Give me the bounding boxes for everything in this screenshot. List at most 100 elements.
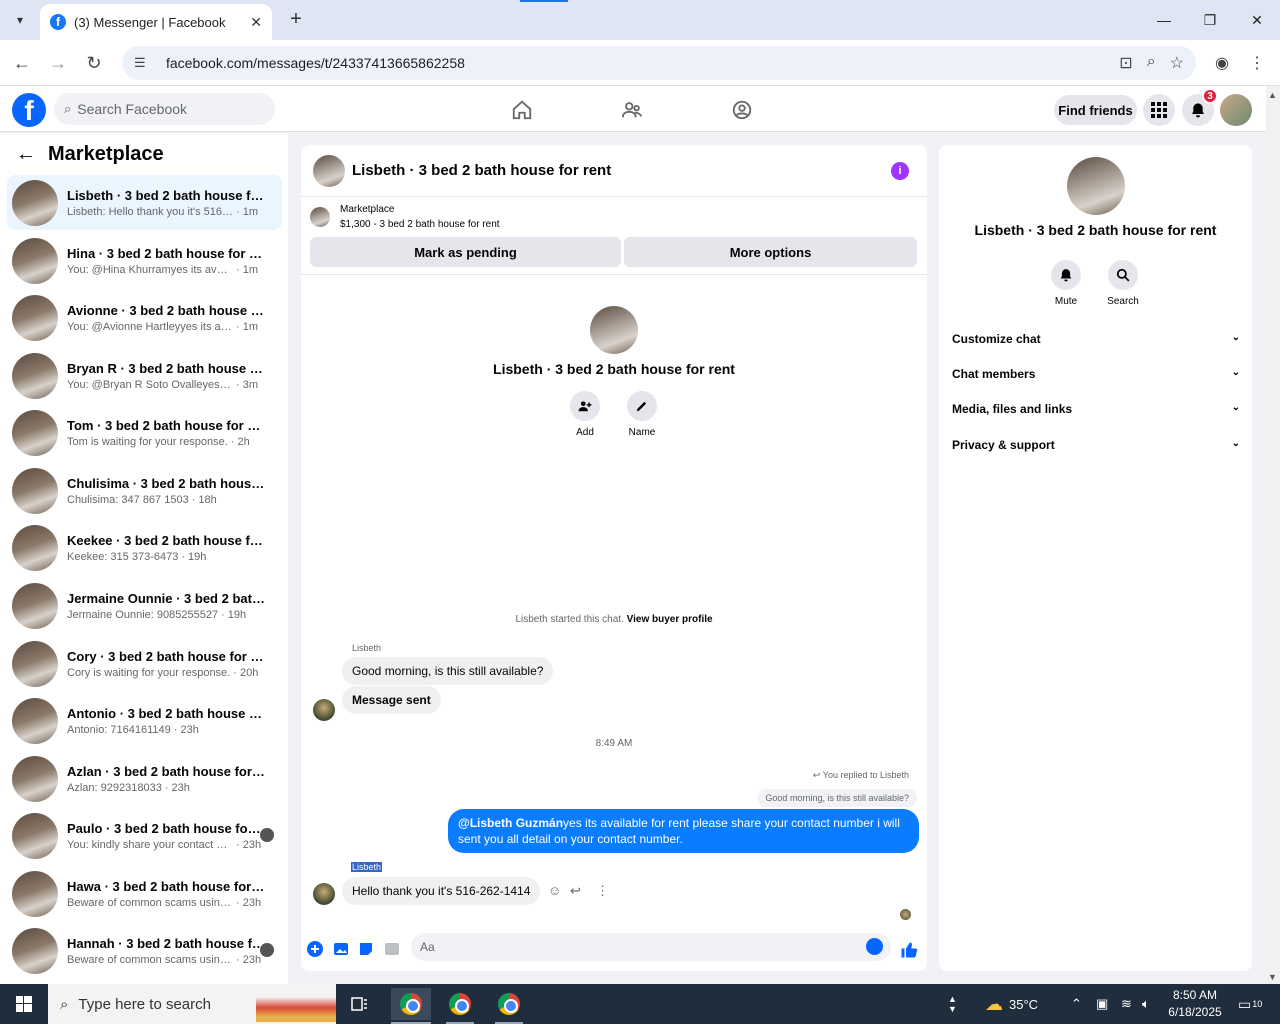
incoming-message[interactable]: Message sent (342, 686, 441, 714)
scroll-down-icon[interactable]: ▼ (1268, 972, 1277, 982)
forward-icon[interactable]: → (46, 51, 70, 75)
back-icon[interactable]: ← (10, 51, 34, 75)
wifi-icon[interactable]: ≋ (1121, 984, 1132, 1024)
account-avatar[interactable] (1220, 94, 1252, 126)
notification-center-icon[interactable]: ▭ 10 (1238, 984, 1262, 1024)
quoted-message[interactable]: Good morning, is this still available? (757, 789, 917, 807)
more-icon[interactable]: ⋮ (596, 883, 609, 899)
groups-icon[interactable] (730, 98, 754, 122)
restore-icon[interactable]: ❐ (1187, 0, 1233, 40)
windows-start-icon[interactable] (0, 984, 48, 1024)
chrome-app-icon[interactable] (391, 988, 431, 1020)
install-app-icon[interactable]: ⊡ (1119, 53, 1132, 73)
taskbar-search-input[interactable]: ⌕ Type here to search (48, 984, 336, 1024)
conversation-time: · 1m (236, 205, 258, 218)
bookmark-star-icon[interactable]: ☆ (1170, 53, 1184, 73)
section-chat-members[interactable]: Chat members ⌄ (952, 367, 1240, 381)
conversation-snippet-row: Beware of common scams using ... · 23h (67, 954, 265, 966)
conversation-name: Lisbeth · 3 bed 2 bath house for rent (67, 187, 265, 203)
name-chat-button[interactable]: Name (617, 391, 667, 438)
section-media-files-links[interactable]: Media, files and links ⌄ (952, 402, 1240, 416)
conversation-item[interactable]: Jermaine Ounnie · 3 bed 2 bath ho... Jerm… (7, 578, 282, 633)
close-window-icon[interactable]: ✕ (1234, 0, 1280, 40)
conversation-thumbnail (12, 237, 58, 284)
conversation-item[interactable]: Hawa · 3 bed 2 bath house for rent Beware… (7, 866, 282, 921)
info-icon[interactable]: i (891, 162, 909, 180)
zoom-icon[interactable]: ⌕ (1147, 53, 1156, 73)
chevron-down-icon: ⌄ (1231, 438, 1240, 449)
conversation-text: Hina · 3 bed 2 bath house for rent You: @… (67, 246, 265, 276)
plus-icon[interactable] (306, 940, 324, 958)
task-view-icon[interactable] (340, 988, 380, 1020)
sticker-icon[interactable] (357, 940, 375, 958)
conversation-item[interactable]: Azlan · 3 bed 2 bath house for rent Azlan… (7, 751, 282, 806)
page-scrollbar[interactable]: ▲ ▼ (1266, 86, 1280, 984)
back-arrow-icon[interactable]: ← (16, 143, 36, 166)
emoji-icon[interactable] (866, 938, 883, 955)
conversation-item[interactable]: Lisbeth · 3 bed 2 bath house for rent Lis… (7, 175, 282, 230)
thumbs-up-icon[interactable] (899, 940, 919, 960)
mention[interactable]: @Lisbeth Guzmán (458, 816, 563, 830)
incoming-message[interactable]: Hello thank you it's 516-262-1414 (342, 877, 541, 905)
incoming-message[interactable]: Good morning, is this still available? (342, 657, 554, 685)
menu-grid-icon[interactable] (1143, 94, 1175, 126)
browser-tab[interactable]: f (3) Messenger | Facebook ✕ (40, 4, 272, 40)
conversation-item[interactable]: Bryan R · 3 bed 2 bath house for r... You… (7, 348, 282, 403)
more-options-button[interactable]: More options (624, 237, 917, 267)
conversation-item[interactable]: Antonio · 3 bed 2 bath house for r... Ant… (7, 693, 282, 748)
browser-menu-icon[interactable]: ⋮ (1245, 51, 1269, 75)
conversation-item[interactable]: Chulisima · 3 bed 2 bath house for... Chu… (7, 463, 282, 518)
chrome-app-icon[interactable] (440, 988, 480, 1020)
photo-icon[interactable] (332, 940, 350, 958)
new-tab-icon[interactable]: + (284, 8, 308, 31)
conversation-item[interactable]: Tom · 3 bed 2 bath house for rent Tom is … (7, 405, 282, 460)
chat-avatar[interactable] (313, 154, 345, 187)
chat-title[interactable]: Lisbeth · 3 bed 2 bath house for rent (352, 162, 611, 179)
react-icon[interactable]: ☺ (548, 883, 561, 898)
message-input[interactable]: Aa (411, 933, 891, 961)
address-bar[interactable]: ☰ facebook.com/messages/t/24337413665862… (122, 46, 1196, 80)
conversation-item[interactable]: Hannah · 3 bed 2 bath house for... Beware… (7, 923, 282, 978)
system-clock[interactable]: 8:50 AM 6/18/2025 (1160, 987, 1230, 1021)
conversation-item[interactable]: Hina · 3 bed 2 bath house for rent You: @… (7, 233, 282, 288)
chrome-app-icon[interactable] (489, 988, 529, 1020)
reply-icon[interactable]: ↩ (570, 883, 581, 899)
find-friends-button[interactable]: Find friends (1054, 95, 1137, 125)
details-avatar[interactable] (1067, 157, 1125, 215)
conversation-text: Jermaine Ounnie · 3 bed 2 bath ho... Jerm… (67, 591, 265, 621)
weather-widget[interactable]: ☁ 35°C (985, 984, 1038, 1024)
taskbar-scroll-icon[interactable]: ▲ ▼ (948, 984, 957, 1024)
conversation-item[interactable]: Keekee · 3 bed 2 bath house for rent Keek… (7, 520, 282, 575)
sender-avatar[interactable] (313, 699, 335, 721)
facebook-logo-icon[interactable]: f (12, 93, 46, 127)
show-hidden-icons-icon[interactable]: ⌃ (1071, 984, 1082, 1024)
listing-summary[interactable]: Marketplace $1,300 - 3 bed 2 bath house … (309, 203, 919, 233)
conversation-thumbnail (12, 927, 58, 974)
name-label: Name (628, 427, 656, 438)
reload-icon[interactable]: ↻ (82, 51, 106, 75)
facebook-search-input[interactable]: ⌕ Search Facebook (54, 93, 275, 125)
add-people-button[interactable]: Add (560, 391, 610, 438)
conversation-item[interactable]: Avionne · 3 bed 2 bath house for r... You… (7, 290, 282, 345)
view-buyer-profile-link[interactable]: View buyer profile (627, 614, 713, 625)
section-customize-chat[interactable]: Customize chat ⌄ (952, 332, 1240, 346)
close-tab-icon[interactable]: ✕ (250, 14, 262, 31)
device-icon[interactable]: ▣ (1096, 984, 1108, 1024)
volume-icon[interactable]: 🔈︎ (1142, 984, 1150, 1024)
conversation-item[interactable]: Paulo · 3 bed 2 bath house for r... You: … (7, 808, 282, 863)
mute-button[interactable]: Mute (1041, 260, 1091, 307)
friends-icon[interactable] (620, 98, 644, 122)
section-privacy-support[interactable]: Privacy & support ⌄ (952, 438, 1240, 452)
search-in-chat-button[interactable]: Search (1098, 260, 1148, 307)
outgoing-message[interactable]: @Lisbeth Guzmányes its available for ren… (448, 809, 919, 853)
home-icon[interactable] (510, 98, 534, 122)
minimize-icon[interactable]: — (1141, 0, 1187, 40)
conversation-item[interactable]: Cory · 3 bed 2 bath house for rent Cory i… (7, 636, 282, 691)
site-info-icon[interactable]: ☰ (134, 55, 152, 71)
sender-avatar[interactable] (313, 883, 335, 905)
gif-icon[interactable] (383, 940, 401, 958)
profile-icon[interactable]: ◉ (1210, 51, 1234, 75)
tab-search-icon[interactable]: ▾ (8, 8, 32, 32)
scroll-up-icon[interactable]: ▲ (1268, 90, 1277, 100)
mark-pending-button[interactable]: Mark as pending (310, 237, 621, 267)
